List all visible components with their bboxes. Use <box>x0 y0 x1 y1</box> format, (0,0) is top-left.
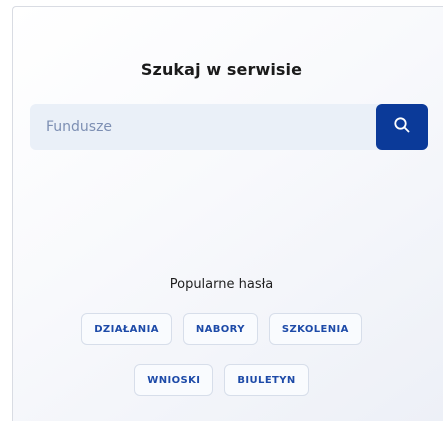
search-input[interactable] <box>30 104 370 150</box>
tag-wnioski[interactable]: WNIOSKI <box>134 364 214 396</box>
tag-nabory[interactable]: NABORY <box>182 313 258 345</box>
search-bar <box>30 104 428 150</box>
search-icon <box>393 116 411 138</box>
popular-tags-row: DZIAŁANIA NABORY SZKOLENIA <box>0 313 443 345</box>
tag-biuletyn[interactable]: BIULETYN <box>224 364 309 396</box>
popular-tags-row: WNIOSKI BIULETYN <box>0 364 443 396</box>
search-button[interactable] <box>376 104 428 150</box>
popular-label: Popularne hasła <box>169 277 274 292</box>
tag-szkolenia[interactable]: SZKOLENIA <box>268 313 362 345</box>
search-title: Szukaj w serwisie <box>140 60 303 79</box>
tag-dzialania[interactable]: DZIAŁANIA <box>81 313 172 345</box>
